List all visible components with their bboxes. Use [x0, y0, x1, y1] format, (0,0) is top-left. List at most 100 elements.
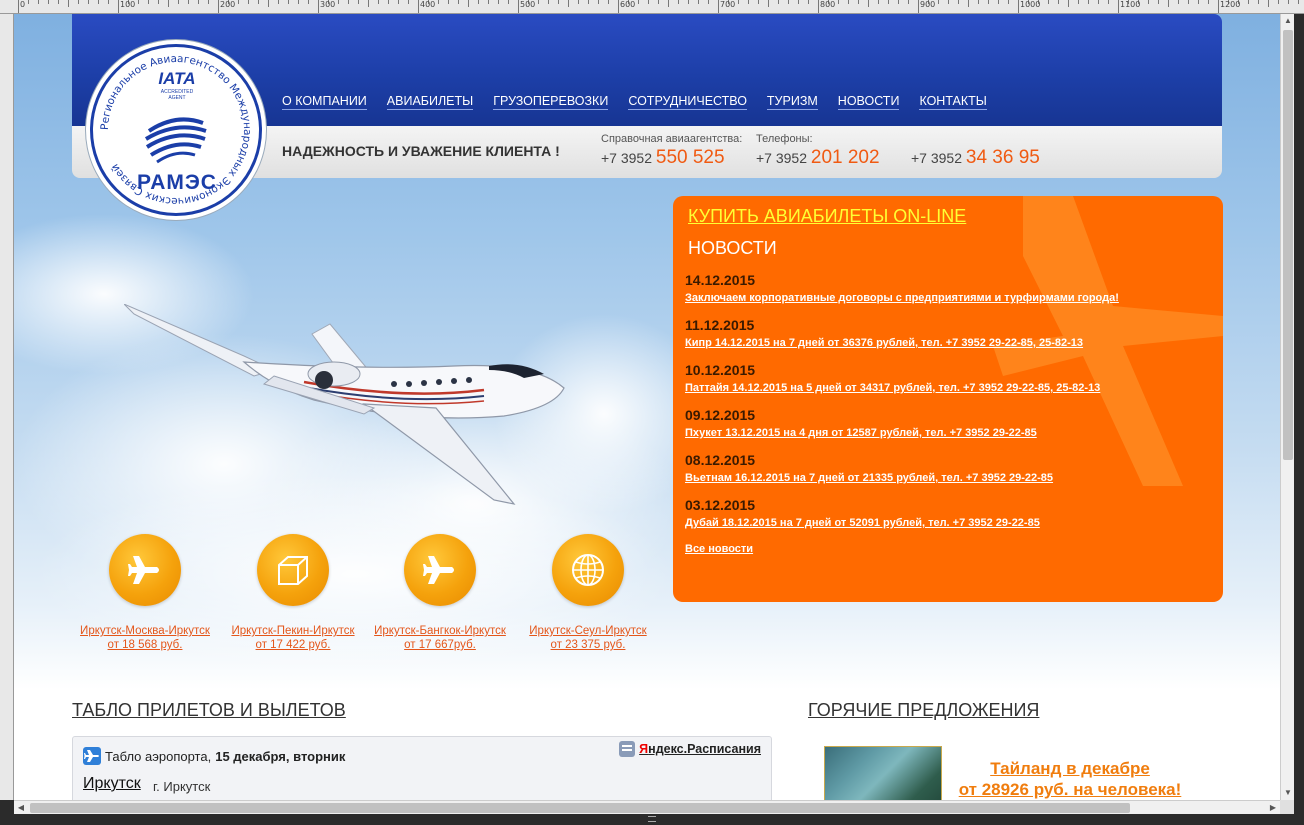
ruler-tick [488, 0, 489, 4]
ruler-tick [198, 0, 199, 4]
route-circle[interactable] [257, 534, 329, 606]
ruler-left [0, 14, 14, 800]
news-item: 09.12.2015 Пхукет 13.12.2015 на 4 дня от… [685, 407, 1215, 452]
ruler-tick [78, 0, 79, 4]
ruler-tick [1108, 0, 1109, 4]
ruler-tick [88, 0, 89, 4]
page-viewport: О КОМПАНИИ АВИАБИЛЕТЫ ГРУЗОПЕРЕВОЗКИ СОТ… [14, 14, 1280, 800]
news-link[interactable]: Кипр 14.12.2015 на 7 дней от 36376 рубле… [685, 337, 1215, 349]
ruler-tick [358, 0, 359, 4]
news-item: 10.12.2015 Паттайя 14.12.2015 на 5 дней … [685, 362, 1215, 407]
offer-line2: от 28926 руб. на человека! [958, 780, 1182, 799]
route-bangkok[interactable]: Иркутск-Бангкок-Иркутск от 17 667руб. [367, 534, 513, 652]
contact-phones-2: +7 3952 34 36 95 [911, 133, 1040, 169]
airport-board-widget: Табло аэропорта, 15 декабря, вторник Янд… [72, 736, 772, 800]
horizontal-scrollbar[interactable]: ◀ ▶ [14, 800, 1280, 814]
ramas-logo[interactable]: Региональное Авиаагентство Международных… [90, 44, 262, 216]
ruler-tick [98, 0, 99, 4]
route-link[interactable]: Иркутск-Сеул-Иркутск от 23 375 руб. [515, 624, 661, 652]
ruler-label: 1100 [1120, 0, 1141, 9]
route-link[interactable]: Иркутск-Пекин-Иркутск от 17 422 руб. [220, 624, 366, 652]
ruler-tick [788, 0, 789, 4]
news-date: 03.12.2015 [685, 497, 756, 513]
ruler-tick [138, 0, 139, 4]
ruler-tick [548, 0, 549, 4]
news-date: 14.12.2015 [685, 272, 756, 288]
news-link[interactable]: Паттайя 14.12.2015 на 5 дней от 34317 ру… [685, 382, 1215, 394]
ruler-label: 300 [320, 0, 336, 9]
offer-image[interactable] [824, 746, 942, 800]
route-link[interactable]: Иркутск-Бангкок-Иркутск от 17 667руб. [367, 624, 513, 652]
ruler-tick [1288, 0, 1289, 4]
ruler-tick [1298, 0, 1299, 4]
phone-code: +7 3952 [601, 150, 656, 166]
contact-phones: Телефоны: +7 3952 201 202 [756, 133, 880, 169]
ruler-tick [28, 0, 29, 4]
news-link[interactable]: Вьетнам 16.12.2015 на 7 дней от 21335 ру… [685, 472, 1215, 484]
ruler-tick [588, 0, 589, 4]
nav-cooperation[interactable]: СОТРУДНИЧЕСТВО [628, 94, 747, 110]
vertical-scroll-thumb[interactable] [1283, 30, 1293, 460]
hot-offers-title[interactable]: ГОРЯЧИЕ ПРЕДЛОЖЕНИЯ [808, 700, 1039, 721]
ruler-tick [278, 0, 279, 4]
nav-about[interactable]: О КОМПАНИИ [282, 94, 367, 110]
panel-resize-bar[interactable] [0, 814, 1304, 825]
nav-contacts[interactable]: КОНТАКТЫ [919, 94, 987, 110]
route-beijing[interactable]: Иркутск-Пекин-Иркутск от 17 422 руб. [220, 534, 366, 652]
ruler-tick [148, 0, 149, 4]
horizontal-scroll-thumb[interactable] [30, 803, 1130, 813]
ruler-label: 400 [420, 0, 436, 9]
ruler-tick [368, 0, 369, 7]
scroll-right-arrow-icon[interactable]: ▶ [1266, 801, 1280, 815]
ruler-label: 100 [120, 0, 136, 9]
resize-grip-icon[interactable] [648, 816, 656, 822]
news-link[interactable]: Заключаем корпоративные договоры с предп… [685, 292, 1215, 304]
city-link[interactable]: Иркутск [83, 775, 141, 793]
nav-cargo[interactable]: ГРУЗОПЕРЕВОЗКИ [493, 94, 609, 110]
ruler-label: 600 [620, 0, 636, 9]
scroll-up-arrow-icon[interactable]: ▲ [1281, 14, 1295, 28]
yandex-schedules-link[interactable]: Яндекс.Расписания [619, 741, 761, 757]
ruler-tick [188, 0, 189, 4]
route-circle[interactable] [552, 534, 624, 606]
iata-mark: IATA [158, 69, 196, 88]
plane-icon [128, 556, 159, 584]
scroll-down-arrow-icon[interactable]: ▼ [1281, 786, 1295, 800]
contact-phone: +7 3952 201 202 [756, 147, 880, 169]
ruler-tick [808, 0, 809, 4]
ruler-tick [208, 0, 209, 4]
route-seoul[interactable]: Иркутск-Сеул-Иркутск от 23 375 руб. [515, 534, 661, 652]
nav-tickets[interactable]: АВИАБИЛЕТЫ [386, 94, 474, 110]
route-price: от 17 667руб. [404, 639, 476, 651]
ruler-tick [948, 0, 949, 4]
nav-news[interactable]: НОВОСТИ [837, 94, 900, 110]
ruler-tick [858, 0, 859, 4]
ruler-tick [978, 0, 979, 4]
route-circle[interactable] [404, 534, 476, 606]
ruler-tick [398, 0, 399, 4]
board-section-title[interactable]: ТАБЛО ПРИЛЕТОВ И ВЫЛЕТОВ [72, 700, 346, 721]
ruler-tick [648, 0, 649, 4]
route-link[interactable]: Иркутск-Москва-Иркутск от 18 568 руб. [72, 624, 218, 652]
route-moscow[interactable]: Иркутск-Москва-Иркутск от 18 568 руб. [72, 534, 218, 652]
news-link[interactable]: Пхукет 13.12.2015 на 4 дня от 12587 рубл… [685, 427, 1215, 439]
ruler-tick [108, 0, 109, 4]
ruler-tick [158, 0, 159, 4]
ruler-tick [938, 0, 939, 4]
vertical-scrollbar[interactable]: ▲ ▼ [1280, 14, 1294, 800]
all-news-link[interactable]: Все новости [685, 543, 753, 555]
ruler-label: 500 [520, 0, 536, 9]
scroll-left-arrow-icon[interactable]: ◀ [14, 801, 28, 815]
phone-number: 34 36 95 [965, 147, 1040, 168]
ruler-tick [578, 0, 579, 4]
ruler-tick [748, 0, 749, 4]
ruler-tick [1088, 0, 1089, 4]
buy-tickets-online-link[interactable]: КУПИТЬ АВИАБИЛЕТЫ ON-LINE [688, 206, 966, 227]
offer-link[interactable]: Тайланд в декабре от 28926 руб. на челов… [950, 758, 1190, 800]
ruler-label: 700 [720, 0, 736, 9]
route-circle[interactable] [109, 534, 181, 606]
nav-tourism[interactable]: ТУРИЗМ [766, 94, 818, 110]
ruler-tick [868, 0, 869, 7]
news-link[interactable]: Дубай 18.12.2015 на 7 дней от 52091 рубл… [685, 517, 1215, 529]
ruler-tick [248, 0, 249, 4]
